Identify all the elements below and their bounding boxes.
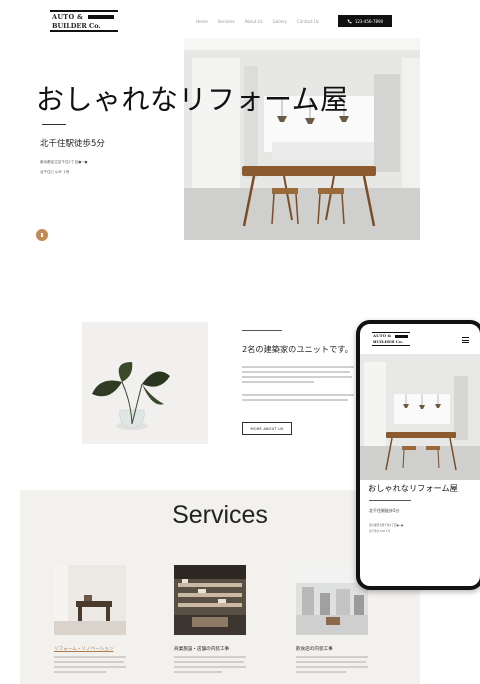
nav-link-home[interactable]: Home: [196, 19, 208, 24]
mobile-logo[interactable]: AUTO & BUILDER Co.: [372, 332, 410, 346]
mobile-hero-subtitle: 北千住駅徒歩5分: [369, 508, 400, 513]
mobile-hero-image: [360, 354, 480, 480]
logo-line-1: AUTO &: [52, 13, 84, 21]
hamburger-menu-icon[interactable]: [462, 337, 469, 345]
hero-subtitle: 北千住駅徒歩5分: [40, 139, 105, 149]
nav-links: Home Services About Us Gallery Contact U…: [196, 19, 319, 24]
service-title-renovation[interactable]: リフォーム・リノベーション: [54, 646, 114, 652]
phone-button[interactable]: 123-456-7890: [338, 15, 392, 27]
mobile-hero-title: おしゃれなリフォーム屋: [368, 483, 458, 493]
logo-bar: [88, 15, 114, 19]
phone-number: 123-456-7890: [354, 18, 384, 24]
hero-address-line-1: 東京都足立区千住1丁目●−●: [40, 160, 88, 164]
hero-kitchen-image: [184, 38, 420, 240]
nav-link-services[interactable]: Services: [218, 19, 235, 24]
about-divider: [242, 330, 282, 331]
logo-line-2: BUILDER Co.: [52, 22, 101, 30]
about-title: 2名の建築家のユニットです。: [242, 344, 353, 354]
about-paragraph-2: [242, 394, 354, 404]
hero-address-line-2: 北千住ビル5F 1号: [40, 170, 70, 174]
mobile-hero-divider: [369, 500, 411, 501]
hero-divider: [42, 124, 66, 125]
more-about-us-button[interactable]: MORE ABOUT US: [242, 422, 292, 435]
service-text-restaurant: [296, 656, 368, 676]
nav-link-gallery[interactable]: Gallery: [273, 19, 287, 24]
nav-link-contact[interactable]: Contact Us: [297, 19, 319, 24]
hero-title: おしゃれなリフォーム屋: [36, 83, 349, 116]
service-text-commercial: [174, 656, 246, 676]
scroll-down-button[interactable]: [36, 229, 48, 241]
site-logo[interactable]: AUTO & BUILDER Co.: [50, 10, 118, 32]
about-paragraph-1: [242, 366, 354, 386]
service-title-restaurant[interactable]: 飲食店の内装工事: [296, 646, 333, 652]
nav-link-about[interactable]: About Us: [245, 19, 263, 24]
mobile-address-line-2: 北千住ビル5F 1号: [369, 530, 391, 533]
service-title-commercial[interactable]: 商業施設・店舗の内装工事: [174, 646, 229, 652]
mobile-logo-bar: [395, 335, 408, 338]
mobile-address-line-1: 東京都足立区千住1丁目●−●: [369, 524, 404, 527]
plant-image: [82, 322, 208, 444]
top-navigation: AUTO & BUILDER Co. Home Services About U…: [20, 0, 420, 40]
mobile-logo-line-2: BUILDER Co.: [373, 339, 403, 344]
service-image-commercial[interactable]: [174, 565, 246, 635]
service-text-renovation: [54, 656, 126, 676]
phone-icon: [347, 19, 352, 23]
mobile-page-mockup: AUTO & BUILDER Co. おしゃれなリフォーム屋 北千住駅徒歩5分 …: [356, 320, 480, 590]
mobile-logo-line-1: AUTO &: [373, 333, 392, 338]
service-image-renovation[interactable]: [54, 565, 126, 635]
